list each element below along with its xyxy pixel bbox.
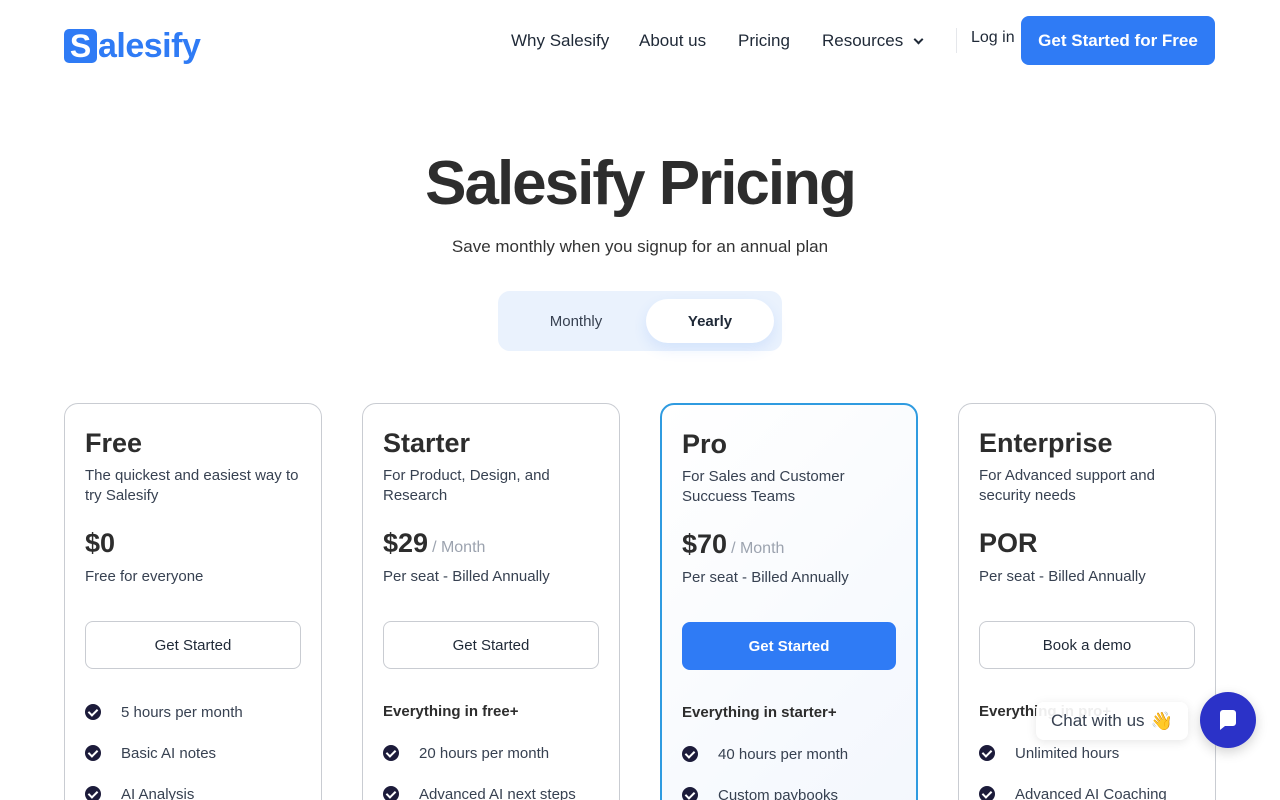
book-demo-button[interactable]: Book a demo (979, 621, 1195, 669)
plan-price: $70 / Month (682, 529, 784, 560)
feature-label: Advanced AI Coaching (1015, 785, 1167, 800)
plan-billing-note: Per seat - Billed Annually (979, 568, 1146, 585)
feature-item: 20 hours per month (383, 743, 549, 763)
feature-item: AI Analysis (85, 784, 194, 800)
page-title: Salesify Pricing (425, 149, 857, 218)
nav-about-us[interactable]: About us (639, 28, 706, 54)
plan-name: Starter (383, 428, 471, 458)
logo-mark: S (64, 29, 97, 63)
chat-with-us-bubble[interactable]: Chat with us 👋 (1036, 702, 1188, 740)
get-started-free-button[interactable]: Get Started for Free (1021, 16, 1215, 65)
plan-billing-note: Free for everyone (85, 568, 204, 585)
feature-label: Advanced AI next steps (419, 785, 576, 800)
nav-pricing[interactable]: Pricing (738, 28, 790, 54)
price-value: $70 (682, 529, 728, 559)
feature-label: Basic AI notes (121, 744, 217, 762)
plan-card-pro: Pro For Sales and Customer Succuess Team… (660, 403, 918, 800)
plan-price: POR (979, 528, 1038, 559)
feature-label: Unlimited hours (1015, 744, 1120, 762)
plan-billing-note: Per seat - Billed Annually (682, 569, 849, 586)
logo-wordmark: alesify (98, 27, 201, 65)
features-heading: Everything in starter+ (682, 704, 837, 721)
check-icon (979, 786, 995, 800)
get-started-button[interactable]: Get Started (682, 622, 896, 670)
toggle-monthly[interactable]: Monthly (506, 299, 646, 343)
plan-price: $29 / Month (383, 528, 485, 559)
toggle-yearly[interactable]: Yearly (646, 299, 774, 343)
waving-hand-icon: 👋 (1150, 710, 1173, 731)
check-icon (383, 745, 399, 761)
check-icon (85, 786, 101, 800)
feature-label: AI Analysis (121, 785, 195, 800)
plan-name: Pro (682, 429, 728, 459)
price-value: $29 (383, 528, 429, 558)
feature-label: 40 hours per month (718, 745, 849, 763)
feature-item: 5 hours per month (85, 702, 243, 722)
check-icon (979, 745, 995, 761)
plan-description: For Sales and Customer Succuess Teams (682, 468, 845, 505)
site-header: S alesify Why Salesify About us Pricing … (0, 0, 1280, 82)
plan-card-enterprise: Enterprise For Advanced support and secu… (958, 403, 1216, 800)
get-started-button[interactable]: Get Started (85, 621, 301, 669)
feature-label: 20 hours per month (419, 744, 550, 762)
nav-why-salesify[interactable]: Why Salesify (511, 28, 609, 54)
price-value: $0 (85, 528, 116, 558)
login-link[interactable]: Log in (971, 29, 1015, 47)
plan-description: The quickest and easiest way to try Sale… (85, 467, 299, 504)
salesify-logo[interactable]: S alesify (64, 27, 201, 65)
chevron-down-icon (913, 34, 924, 44)
chat-launcher-button[interactable] (1200, 692, 1256, 748)
features-heading: Everything in free+ (383, 703, 519, 720)
feature-label: Custom paybooks (718, 786, 839, 800)
price-period: / Month (432, 539, 486, 556)
nav-resources-dropdown[interactable]: Resources (822, 28, 924, 54)
nav-divider (956, 28, 957, 53)
plan-card-free: Free The quickest and easiest way to try… (64, 403, 322, 800)
check-icon (85, 704, 101, 720)
check-icon (383, 786, 399, 800)
plan-price: $0 (85, 528, 115, 559)
price-period: / Month (731, 540, 785, 557)
feature-item: Basic AI notes (85, 743, 216, 763)
plan-name: Free (85, 428, 143, 458)
billing-toggle: Monthly Yearly (498, 291, 782, 351)
plan-name: Enterprise (979, 428, 1113, 458)
feature-item: Unlimited hours (979, 743, 1119, 763)
chat-label: Chat with us (1051, 711, 1145, 730)
check-icon (682, 787, 698, 800)
plan-description: For Product, Design, and Research (383, 467, 550, 504)
get-started-button[interactable]: Get Started (383, 621, 599, 669)
feature-item: Advanced AI Coaching (979, 784, 1167, 800)
feature-label: 5 hours per month (121, 703, 243, 721)
feature-item: Advanced AI next steps (383, 784, 576, 800)
check-icon (85, 745, 101, 761)
plan-billing-note: Per seat - Billed Annually (383, 568, 550, 585)
plan-description: For Advanced support and security needs (979, 467, 1155, 504)
plan-card-starter: Starter For Product, Design, and Researc… (362, 403, 620, 800)
feature-item: 40 hours per month (682, 744, 848, 764)
nav-resources-label: Resources (822, 31, 904, 50)
page-subtitle: Save monthly when you signup for an annu… (451, 237, 829, 256)
chat-icon (1220, 710, 1236, 730)
price-value: POR (979, 528, 1038, 558)
feature-item: Custom paybooks (682, 785, 838, 800)
check-icon (682, 746, 698, 762)
